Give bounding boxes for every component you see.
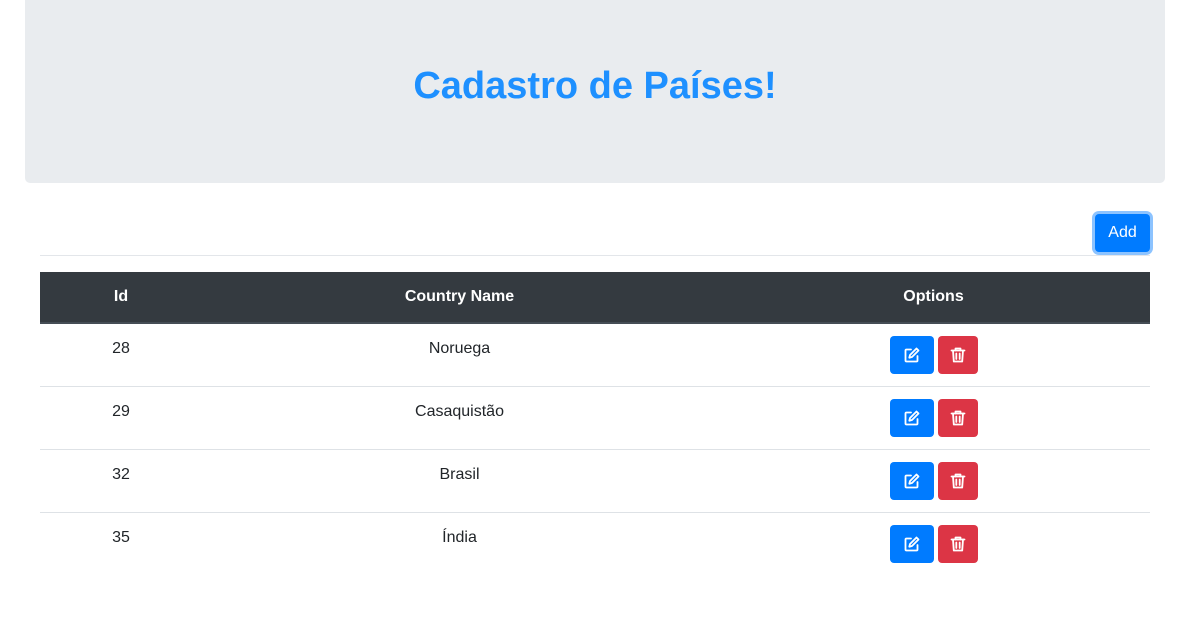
column-header-options: Options xyxy=(717,272,1150,324)
id-value: 28 xyxy=(112,340,130,357)
delete-button[interactable] xyxy=(937,399,978,437)
delete-button[interactable] xyxy=(937,336,978,374)
options-cell xyxy=(717,386,1150,450)
edit-icon xyxy=(904,536,919,552)
country-name-value: Noruega xyxy=(428,340,491,357)
table-row: 28 Noruega xyxy=(40,323,1150,387)
trash-icon xyxy=(950,410,965,426)
edit-button[interactable] xyxy=(889,525,934,563)
id-value: 29 xyxy=(112,403,130,420)
add-button[interactable]: Add xyxy=(1095,214,1150,252)
id-cell: 35 xyxy=(40,512,202,575)
country-name-value: Casaquistão xyxy=(415,403,504,420)
column-header-id: Id xyxy=(40,272,202,324)
edit-icon xyxy=(904,473,919,489)
edit-button[interactable] xyxy=(889,336,934,374)
options-cell xyxy=(717,449,1150,513)
edit-button[interactable] xyxy=(889,399,934,437)
countries-table: Id Country Name Options 28 Noruega 29 Ca… xyxy=(40,272,1150,575)
edit-button[interactable] xyxy=(889,462,934,500)
trash-icon xyxy=(950,347,965,363)
table-row: 29 Casaquistão xyxy=(40,386,1150,450)
edit-icon xyxy=(904,410,919,426)
column-header-country-name: Country Name xyxy=(202,272,717,324)
id-cell: 32 xyxy=(40,449,202,513)
options-cell xyxy=(717,512,1150,575)
table-header: Id Country Name Options xyxy=(40,272,1150,324)
country-name-cell: Índia xyxy=(202,512,717,575)
country-name-value: Brasil xyxy=(439,466,480,483)
table-row: 35 Índia xyxy=(40,512,1150,575)
trash-icon xyxy=(950,473,965,489)
edit-icon xyxy=(904,347,919,363)
country-name-cell: Noruega xyxy=(202,323,717,387)
delete-button[interactable] xyxy=(937,462,978,500)
id-value: 32 xyxy=(112,466,130,483)
jumbotron-header: Cadastro de Países! xyxy=(25,0,1165,183)
id-value: 35 xyxy=(112,529,130,546)
trash-icon xyxy=(950,536,965,552)
country-name-cell: Brasil xyxy=(202,449,717,513)
country-name-value: Índia xyxy=(442,529,477,546)
page-title: Cadastro de Países! xyxy=(413,65,777,107)
delete-button[interactable] xyxy=(937,525,978,563)
options-cell xyxy=(717,323,1150,387)
table-row: 32 Brasil xyxy=(40,449,1150,513)
id-cell: 29 xyxy=(40,386,202,450)
toolbar: Add xyxy=(40,200,1150,256)
id-cell: 28 xyxy=(40,323,202,387)
country-name-cell: Casaquistão xyxy=(202,386,717,450)
